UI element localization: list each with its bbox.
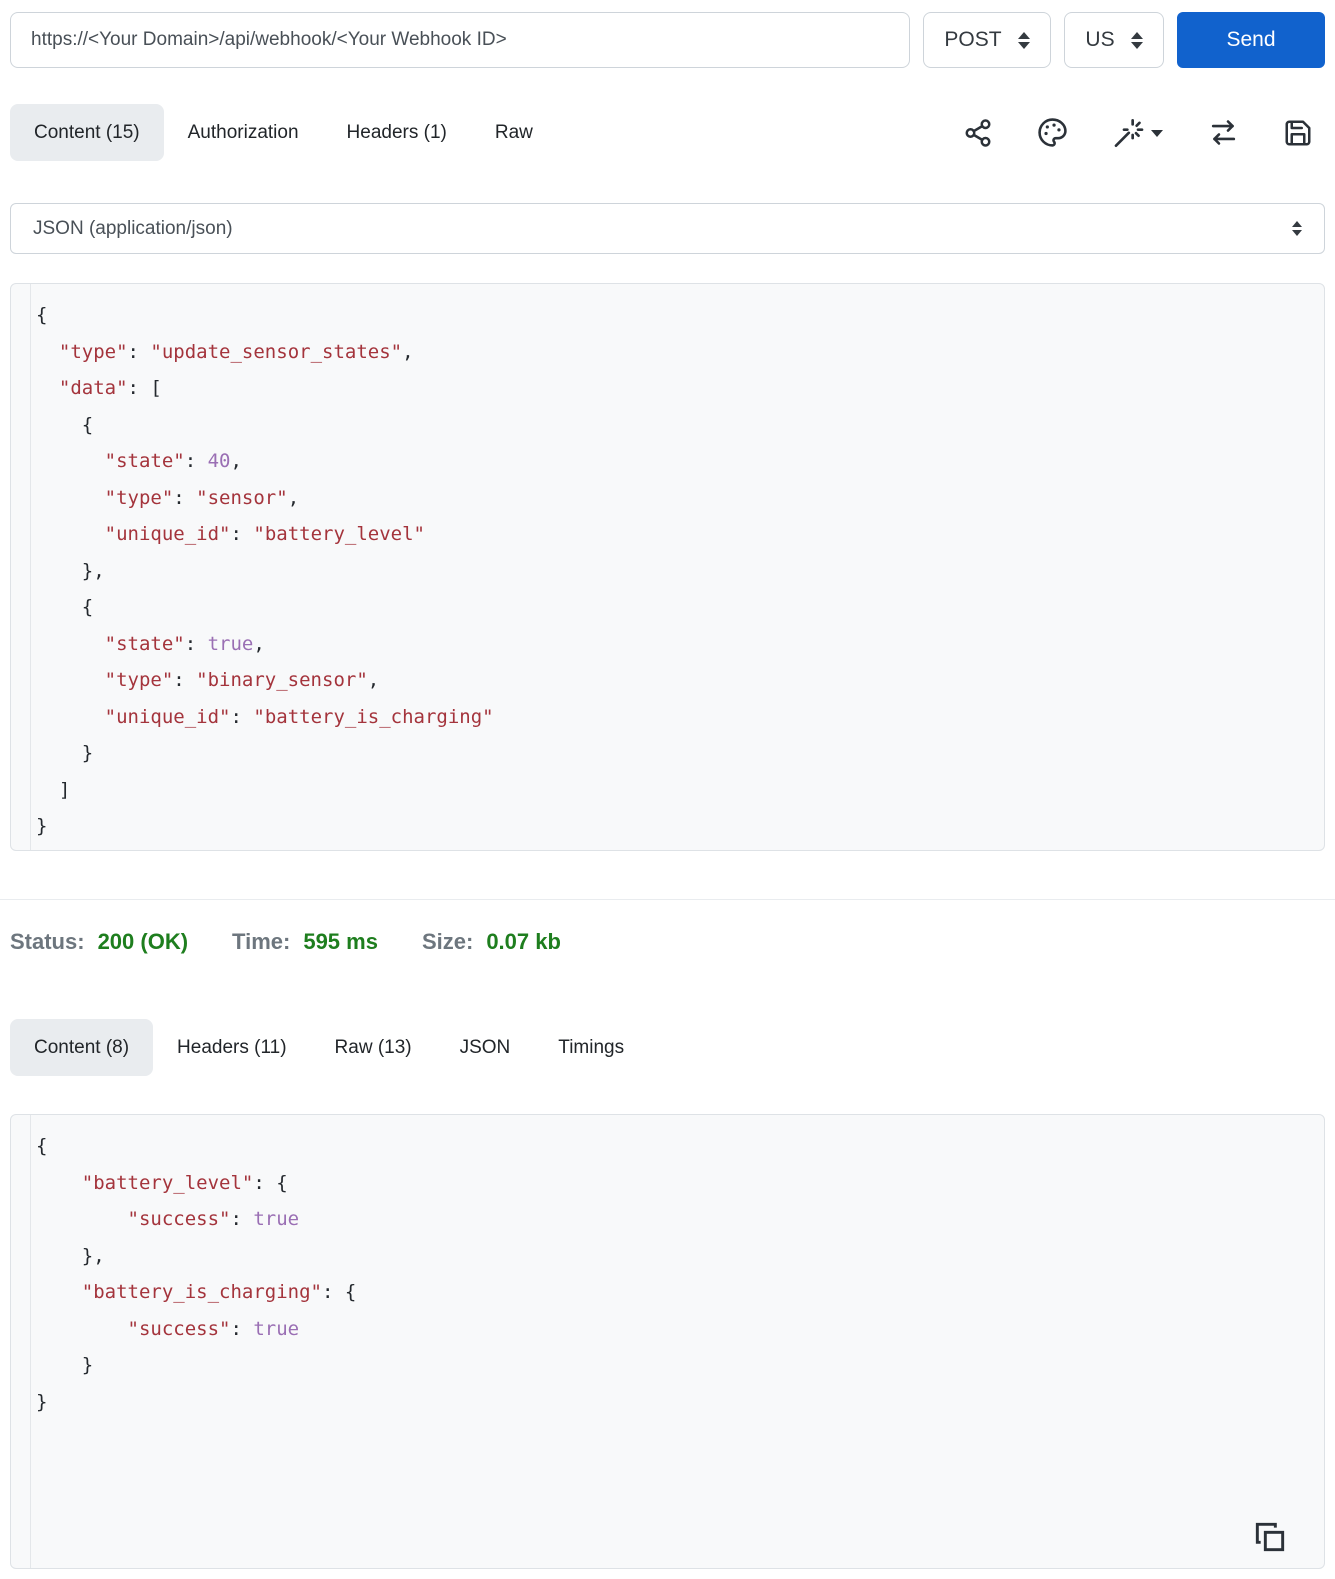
tab-label: Raw (13) [334, 1036, 412, 1058]
share-icon [963, 118, 993, 148]
time-label: Time: [232, 929, 291, 954]
updown-arrows-icon [1017, 31, 1030, 49]
copy-response-button[interactable] [1254, 1521, 1286, 1556]
updown-arrows-icon [1130, 31, 1143, 49]
theme-button[interactable] [1037, 117, 1068, 148]
request-tab[interactable]: Headers (1) [323, 104, 471, 161]
request-tab[interactable]: Raw [471, 104, 557, 161]
updown-arrows-icon [1292, 221, 1302, 236]
response-tab[interactable]: Timings [534, 1019, 648, 1076]
region-select-value: US [1085, 28, 1115, 51]
response-tab[interactable]: JSON [436, 1019, 535, 1076]
save-request-button[interactable] [1283, 118, 1313, 148]
response-body-viewer: { "battery_level": { "success": true }, … [10, 1114, 1325, 1569]
size-label: Size: [421, 929, 474, 954]
response-tab[interactable]: Headers (11) [153, 1019, 310, 1076]
tab-label: Content (8) [34, 1036, 130, 1058]
tab-label: Timings [558, 1036, 625, 1058]
tab-label: Content (15) [34, 121, 140, 143]
divider [0, 899, 1335, 900]
tab-label: JSON [459, 1036, 511, 1058]
response-tabs-row: Content (8) Headers (11) Raw (13) JSON T… [10, 1019, 1325, 1076]
time-value: 595 ms [303, 929, 378, 954]
content-type-select-value: JSON (application/json) [33, 217, 233, 239]
chevron-down-icon [1150, 128, 1164, 138]
request-body-editor[interactable]: { "type": "update_sensor_states", "data"… [10, 283, 1325, 851]
url-input[interactable] [10, 12, 910, 68]
size-value: 0.07 kb [486, 929, 561, 954]
status-group: Status: 200 (OK) [10, 929, 188, 955]
tab-label: Authorization [187, 121, 299, 143]
request-tab[interactable]: Content (15) [10, 104, 164, 161]
tab-label: Raw [494, 121, 533, 143]
content-type-select[interactable]: JSON (application/json) [10, 203, 1325, 254]
method-select-value: POST [944, 28, 1002, 51]
response-tabs: Content (8) Headers (11) Raw (13) JSON T… [10, 1019, 648, 1076]
share-button[interactable] [963, 118, 993, 148]
status-value: 200 (OK) [97, 929, 189, 954]
size-group: Size: 0.07 kb [422, 929, 561, 955]
send-button[interactable]: Send [1177, 12, 1325, 68]
request-tab[interactable]: Authorization [164, 104, 323, 161]
response-tab[interactable]: Content (8) [10, 1019, 154, 1076]
request-tabs-row: Content (15) Authorization Headers (1) R… [10, 104, 1325, 161]
method-select[interactable]: POST [923, 12, 1051, 68]
magic-wand-icon [1112, 117, 1144, 149]
swap-arrows-icon [1208, 117, 1239, 148]
response-status-row: Status: 200 (OK) Time: 595 ms Size: 0.07… [10, 925, 1325, 959]
time-group: Time: 595 ms [232, 929, 378, 955]
request-tabs: Content (15) Authorization Headers (1) R… [10, 104, 557, 161]
tab-label: Headers (11) [177, 1036, 287, 1058]
swap-button[interactable] [1208, 117, 1239, 148]
region-select[interactable]: US [1064, 12, 1164, 68]
tab-label: Headers (1) [346, 121, 447, 143]
response-body-code: { "battery_level": { "success": true }, … [36, 1135, 357, 1413]
response-tab[interactable]: Raw (13) [311, 1019, 436, 1076]
request-toolbar [963, 104, 1313, 161]
copy-icon [1254, 1522, 1286, 1556]
status-label: Status: [10, 929, 85, 954]
palette-icon [1037, 117, 1068, 148]
request-body-code: { "type": "update_sensor_states", "data"… [36, 304, 494, 837]
save-icon [1283, 118, 1313, 148]
generate-button[interactable] [1112, 117, 1164, 149]
request-url-bar: POST US Send [10, 12, 1325, 68]
